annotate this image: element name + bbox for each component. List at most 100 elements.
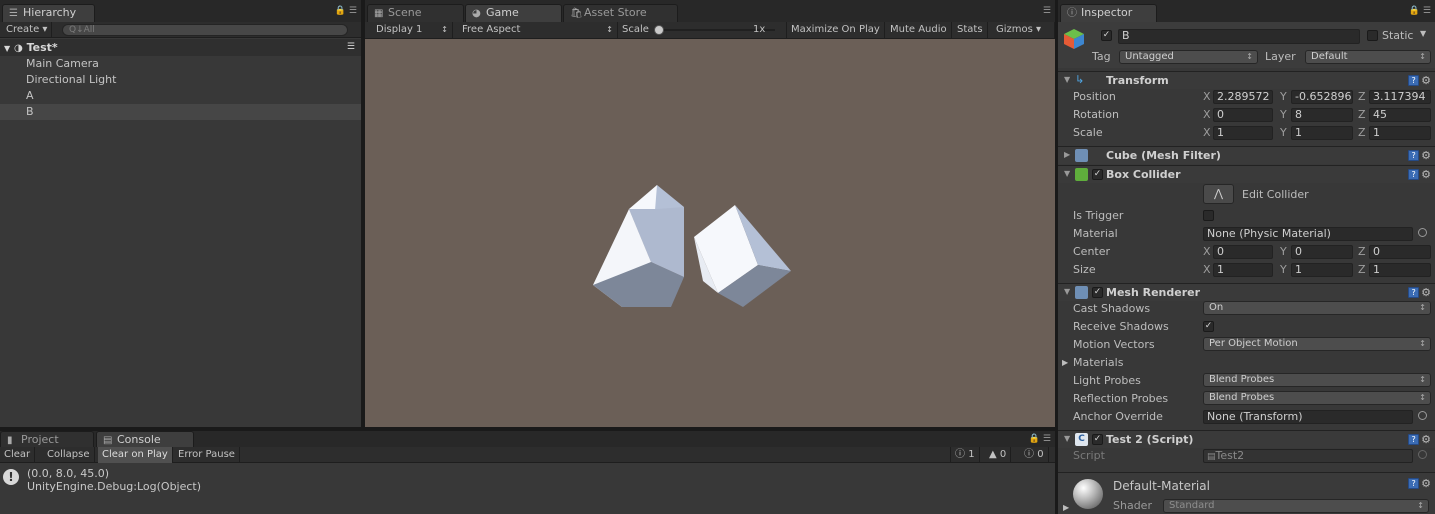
menu-icon[interactable]: ☰ bbox=[1043, 434, 1051, 444]
rotation-z-field[interactable]: 45 bbox=[1369, 108, 1431, 122]
scale-x-field[interactable]: 1 bbox=[1213, 126, 1273, 140]
script-header[interactable]: ▼ C ✓ Test 2 (Script) ? ⚙ bbox=[1058, 430, 1435, 448]
center-menu-icon[interactable]: ☰ bbox=[1043, 6, 1051, 16]
help-book-icon[interactable]: ? bbox=[1408, 75, 1420, 86]
collapse-button[interactable]: Collapse bbox=[43, 447, 95, 463]
physic-material-field[interactable]: None (Physic Material) bbox=[1203, 227, 1413, 241]
static-checkbox[interactable] bbox=[1367, 30, 1378, 41]
hierarchy-search-input[interactable]: Q↓All bbox=[62, 24, 348, 36]
box-collider-header[interactable]: ▼ ✓ Box Collider ? ⚙ bbox=[1058, 165, 1435, 183]
script-enabled-checkbox[interactable]: ✓ bbox=[1092, 434, 1103, 445]
reflection-probes-select[interactable]: Blend Probes bbox=[1203, 391, 1431, 405]
tag-select[interactable]: Untagged bbox=[1119, 50, 1258, 64]
light-probes-select[interactable]: Blend Probes bbox=[1203, 373, 1431, 387]
size-z-field[interactable]: 1 bbox=[1369, 263, 1431, 277]
error-count-button[interactable]: ⓘ 0 bbox=[1020, 447, 1049, 463]
active-checkbox[interactable]: ✓ bbox=[1101, 30, 1112, 41]
help-book-icon[interactable]: ? bbox=[1408, 150, 1420, 161]
is-trigger-checkbox[interactable] bbox=[1203, 210, 1214, 221]
stats-button[interactable]: Stats bbox=[953, 22, 988, 38]
gear-icon[interactable]: ⚙ bbox=[1421, 478, 1431, 489]
fold-open-icon[interactable]: ▼ bbox=[1064, 434, 1070, 443]
transform-header[interactable]: ▼ ↳ Transform ? ⚙ bbox=[1058, 71, 1435, 89]
display-select[interactable]: Display 1 ↕ bbox=[365, 22, 453, 38]
rotation-x-field[interactable]: 0 bbox=[1213, 108, 1273, 122]
help-book-icon[interactable]: ? bbox=[1408, 169, 1420, 180]
position-y-field[interactable]: -0.652896 bbox=[1291, 90, 1353, 104]
motion-vectors-select[interactable]: Per Object Motion bbox=[1203, 337, 1431, 351]
gear-icon[interactable]: ⚙ bbox=[1421, 169, 1431, 180]
error-pause-button[interactable]: Error Pause bbox=[174, 447, 240, 463]
center-z-field[interactable]: 0 bbox=[1369, 245, 1431, 259]
create-button[interactable]: Create ▾ bbox=[2, 22, 53, 38]
mesh-renderer-header[interactable]: ▼ ✓ Mesh Renderer ? ⚙ bbox=[1058, 283, 1435, 301]
hierarchy-item-directional-light[interactable]: Directional Light bbox=[0, 72, 361, 88]
anchor-override-field[interactable]: None (Transform) bbox=[1203, 410, 1413, 424]
fold-open-icon[interactable]: ▼ bbox=[1064, 287, 1070, 296]
gear-icon[interactable]: ⚙ bbox=[1421, 287, 1431, 298]
position-x-field[interactable]: 2.289572 bbox=[1213, 90, 1273, 104]
tab-asset-store[interactable]: 🛍Asset Store bbox=[563, 4, 678, 22]
scale-z-field[interactable]: 1 bbox=[1369, 126, 1431, 140]
center-y-field[interactable]: 0 bbox=[1291, 245, 1353, 259]
tab-game[interactable]: ◕ Game bbox=[465, 4, 562, 22]
warning-count-button[interactable]: ▲ 0 bbox=[985, 447, 1012, 463]
fold-closed-icon[interactable]: ▶ bbox=[1062, 358, 1068, 367]
scene-header[interactable]: ▼ ◑ Test* ☰ bbox=[0, 39, 361, 56]
box-collider-enabled-checkbox[interactable]: ✓ bbox=[1092, 169, 1103, 180]
gear-icon[interactable]: ⚙ bbox=[1421, 434, 1431, 445]
scale-slider-thumb[interactable] bbox=[654, 25, 664, 35]
size-x-field[interactable]: 1 bbox=[1213, 263, 1273, 277]
mesh-filter-header[interactable]: ▶ Cube (Mesh Filter) ? ⚙ bbox=[1058, 146, 1435, 164]
gizmos-button[interactable]: Gizmos ▾ bbox=[992, 22, 1055, 38]
expand-arrow-icon[interactable]: ▼ bbox=[4, 44, 10, 53]
help-book-icon[interactable]: ? bbox=[1408, 287, 1420, 298]
info-count-button[interactable]: ⓘ 1 bbox=[950, 447, 980, 463]
lock-icon[interactable]: 🔒 bbox=[1409, 6, 1420, 16]
mesh-renderer-enabled-checkbox[interactable]: ✓ bbox=[1092, 287, 1103, 298]
menu-icon[interactable]: ☰ bbox=[1423, 6, 1431, 16]
center-x-field[interactable]: 0 bbox=[1213, 245, 1273, 259]
gear-icon[interactable]: ⚙ bbox=[1421, 150, 1431, 161]
help-book-icon[interactable]: ? bbox=[1408, 478, 1420, 489]
receive-shadows-checkbox[interactable]: ✓ bbox=[1203, 321, 1214, 332]
lock-icon[interactable]: 🔒 bbox=[1029, 434, 1040, 444]
edit-collider-button[interactable]: ⋀ bbox=[1203, 184, 1234, 204]
maximize-on-play-button[interactable]: Maximize On Play bbox=[786, 22, 885, 38]
position-z-field[interactable]: 3.117394 bbox=[1369, 90, 1431, 104]
lock-icon[interactable]: 🔒 bbox=[335, 6, 346, 16]
tab-scene[interactable]: ▦ Scene bbox=[367, 4, 464, 22]
console-log-entry[interactable]: ! (0.0, 8.0, 45.0) UnityEngine.Debug:Log… bbox=[0, 465, 1055, 495]
object-picker-icon[interactable] bbox=[1418, 411, 1427, 420]
tab-console[interactable]: ▤ Console bbox=[96, 431, 194, 447]
static-dropdown-icon[interactable]: ▼ bbox=[1420, 29, 1426, 38]
fold-closed-icon[interactable]: ▶ bbox=[1063, 503, 1069, 512]
object-picker-icon[interactable] bbox=[1418, 228, 1427, 237]
cast-shadows-select[interactable]: On bbox=[1203, 301, 1431, 315]
fold-closed-icon[interactable]: ▶ bbox=[1064, 150, 1070, 159]
clear-on-play-button[interactable]: Clear on Play bbox=[98, 447, 173, 463]
tab-hierarchy[interactable]: ☰ Hierarchy bbox=[2, 4, 95, 22]
clear-button[interactable]: Clear bbox=[0, 447, 36, 463]
fold-open-icon[interactable]: ▼ bbox=[1064, 169, 1070, 178]
gear-icon[interactable]: ⚙ bbox=[1421, 75, 1431, 86]
aspect-select[interactable]: Free Aspect ↕ bbox=[453, 22, 618, 38]
scale-y-field[interactable]: 1 bbox=[1291, 126, 1353, 140]
menu-icon[interactable]: ☰ bbox=[349, 6, 357, 16]
tab-inspector[interactable]: ⓘ Inspector bbox=[1060, 4, 1157, 22]
game-viewport[interactable] bbox=[365, 39, 1055, 427]
object-name-field[interactable]: B bbox=[1118, 29, 1360, 44]
hierarchy-item-b[interactable]: B bbox=[0, 104, 361, 120]
size-y-field[interactable]: 1 bbox=[1291, 263, 1353, 277]
shader-select[interactable]: Standard bbox=[1163, 499, 1429, 513]
hierarchy-item-main-camera[interactable]: Main Camera bbox=[0, 56, 361, 72]
rotation-y-field[interactable]: 8 bbox=[1291, 108, 1353, 122]
hierarchy-item-a[interactable]: A bbox=[0, 88, 361, 104]
mute-audio-button[interactable]: Mute Audio bbox=[886, 22, 952, 38]
help-book-icon[interactable]: ? bbox=[1408, 434, 1420, 445]
materials-row[interactable]: ▶ Materials bbox=[1058, 354, 1435, 372]
fold-open-icon[interactable]: ▼ bbox=[1064, 75, 1070, 84]
layer-select[interactable]: Default bbox=[1305, 50, 1431, 64]
tab-project[interactable]: ▮ Project bbox=[0, 431, 94, 447]
scene-menu-icon[interactable]: ☰ bbox=[347, 39, 355, 56]
